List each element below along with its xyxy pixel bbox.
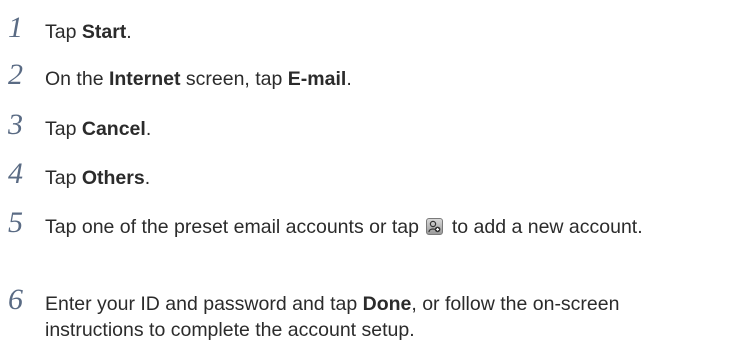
step-number: 6 bbox=[8, 283, 23, 316]
step-text-part: Enter your ID and password and tap bbox=[45, 293, 363, 315]
step-number: 2 bbox=[8, 58, 23, 91]
step-text: Enter your ID and password and tap Done,… bbox=[45, 291, 715, 343]
step-text-part: Tap bbox=[45, 167, 82, 189]
step-text-part: Tap one of the preset email accounts or … bbox=[45, 216, 425, 238]
step-text-part: Tap bbox=[45, 21, 82, 43]
cancel-term: Cancel bbox=[81, 118, 146, 140]
step-text-part: to add a new account. bbox=[446, 216, 643, 238]
step-text-part: . bbox=[145, 118, 152, 140]
step-text: Tap one of the preset email accounts or … bbox=[45, 214, 715, 240]
step-number: 5 bbox=[8, 206, 23, 239]
start-term: Start bbox=[81, 21, 127, 43]
add-account-icon bbox=[426, 218, 444, 235]
step-number: 1 bbox=[8, 11, 23, 44]
step-number: 4 bbox=[8, 157, 23, 190]
step-text: Tap Others. bbox=[45, 165, 715, 191]
step-text: Tap Cancel. bbox=[45, 116, 715, 142]
email-term: E-mail bbox=[287, 68, 347, 90]
step-number: 3 bbox=[8, 108, 23, 141]
step-text-part: Tap bbox=[45, 118, 82, 140]
others-term: Others bbox=[81, 167, 145, 189]
step-text: Tap Start. bbox=[45, 19, 715, 45]
done-term: Done bbox=[362, 293, 412, 315]
step-text-part: . bbox=[126, 21, 132, 43]
step-text: On the Internet screen, tap E-mail. bbox=[45, 66, 715, 92]
instruction-steps: 1 Tap Start. 2 On the Internet screen, t… bbox=[0, 0, 733, 361]
internet-term: Internet bbox=[108, 68, 181, 90]
step-text-part: . bbox=[144, 167, 151, 189]
step-text-part: On the bbox=[45, 68, 109, 90]
step-text-part: screen, tap bbox=[180, 68, 288, 90]
step-text-part: . bbox=[346, 68, 352, 90]
